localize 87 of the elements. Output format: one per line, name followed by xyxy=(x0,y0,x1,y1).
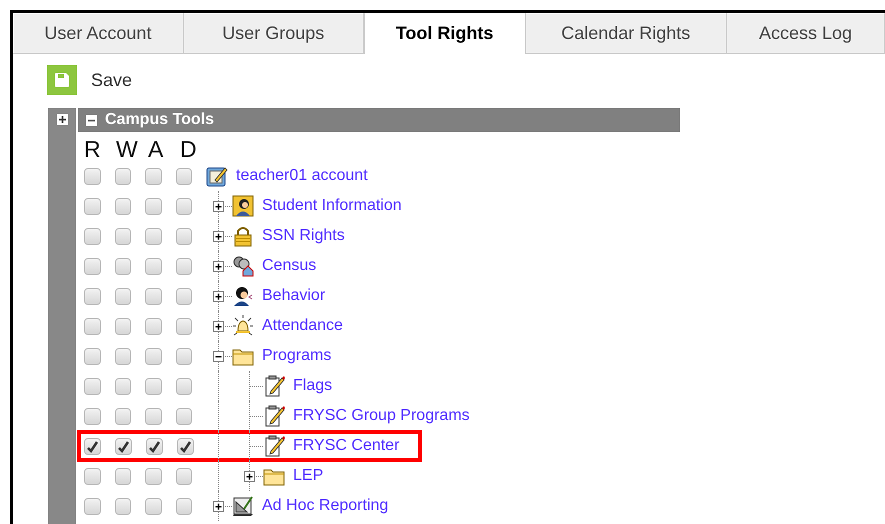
column-header: D xyxy=(180,137,198,161)
bell-icon xyxy=(232,315,254,337)
expand-icon[interactable] xyxy=(244,470,255,482)
tree-item[interactable]: Flags xyxy=(293,377,332,395)
chart-board-icon xyxy=(232,495,254,517)
tree-item[interactable]: Attendance xyxy=(262,317,343,335)
expand-icon[interactable] xyxy=(213,320,224,332)
checkbox[interactable] xyxy=(176,258,192,274)
checkbox[interactable] xyxy=(84,468,100,484)
checkbox[interactable] xyxy=(176,168,192,184)
checkbox[interactable] xyxy=(114,348,131,364)
checkbox[interactable] xyxy=(177,438,194,454)
tree-item[interactable]: LEP xyxy=(293,467,324,485)
tree-item[interactable]: FRYSC Group Programs xyxy=(293,407,470,425)
checkbox[interactable] xyxy=(145,168,162,184)
checkbox[interactable] xyxy=(145,348,162,364)
checkbox[interactable] xyxy=(114,378,131,394)
tab[interactable]: Tool Rights xyxy=(364,13,526,54)
checkbox[interactable] xyxy=(115,438,132,454)
checkbox[interactable] xyxy=(84,408,100,424)
checkbox[interactable] xyxy=(145,288,162,304)
checkbox[interactable] xyxy=(145,228,162,244)
expand-icon[interactable] xyxy=(213,290,224,302)
notepad-icon xyxy=(263,375,285,397)
checkbox[interactable] xyxy=(146,438,163,454)
checkbox[interactable] xyxy=(176,408,192,424)
checkbox[interactable] xyxy=(114,168,131,184)
checkbox[interactable] xyxy=(84,198,100,214)
collapse-icon[interactable] xyxy=(86,114,97,126)
notepad-icon xyxy=(263,405,285,427)
expand-icon[interactable] xyxy=(56,114,68,125)
people-house-icon xyxy=(232,255,254,277)
person-icon xyxy=(232,195,254,217)
tree-item[interactable]: SSN Rights xyxy=(262,227,345,245)
checkbox[interactable] xyxy=(84,348,100,364)
expand-icon[interactable] xyxy=(213,200,224,212)
checkbox[interactable] xyxy=(145,198,162,214)
checkbox[interactable] xyxy=(176,228,192,244)
checkbox[interactable] xyxy=(114,498,131,514)
expand-icon[interactable] xyxy=(213,260,224,272)
checkbox[interactable] xyxy=(114,198,131,214)
tree-item[interactable]: FRYSC Center xyxy=(293,437,400,455)
padlock-icon xyxy=(232,225,254,247)
checkbox[interactable] xyxy=(176,468,192,484)
checkbox[interactable] xyxy=(114,318,131,334)
checkbox[interactable] xyxy=(176,498,192,514)
column-header: W xyxy=(116,137,139,161)
tree-item[interactable]: teacher01 account xyxy=(236,167,368,185)
person-icon xyxy=(232,285,254,307)
checkbox[interactable] xyxy=(84,498,100,514)
panel-title: Campus Tools xyxy=(105,111,214,129)
checkbox[interactable] xyxy=(114,468,131,484)
checkbox[interactable] xyxy=(84,168,100,184)
notepad-icon xyxy=(206,165,228,187)
checkbox[interactable] xyxy=(84,258,100,274)
checkbox[interactable] xyxy=(145,408,162,424)
checkbox[interactable] xyxy=(145,258,162,274)
checkbox[interactable] xyxy=(84,438,101,454)
save-button[interactable]: Save xyxy=(47,65,132,95)
expand-icon[interactable] xyxy=(213,230,224,242)
checkbox[interactable] xyxy=(145,318,162,334)
tree-item[interactable]: Student Information xyxy=(262,197,402,215)
checkbox[interactable] xyxy=(114,228,131,244)
tree-item[interactable]: Ad Hoc Reporting xyxy=(262,497,388,515)
tree-item[interactable]: Census xyxy=(262,257,316,275)
checkbox[interactable] xyxy=(176,288,192,304)
tree-item[interactable]: Programs xyxy=(262,347,332,365)
checkbox[interactable] xyxy=(176,198,192,214)
notepad-icon xyxy=(263,435,285,457)
checkbox[interactable] xyxy=(114,258,131,274)
checkbox[interactable] xyxy=(145,378,162,394)
checkbox[interactable] xyxy=(84,288,100,304)
checkbox[interactable] xyxy=(84,378,100,394)
column-header: A xyxy=(148,137,164,161)
collapse-icon[interactable] xyxy=(213,350,224,362)
tree-item[interactable]: Behavior xyxy=(262,287,326,305)
checkbox[interactable] xyxy=(145,498,162,514)
checkbox[interactable] xyxy=(84,228,100,244)
checkbox[interactable] xyxy=(114,288,131,304)
checkbox[interactable] xyxy=(176,348,192,364)
column-header: R xyxy=(84,137,102,161)
checkbox[interactable] xyxy=(84,318,100,334)
checkbox[interactable] xyxy=(176,378,192,394)
checkbox[interactable] xyxy=(176,318,192,334)
checkbox[interactable] xyxy=(145,468,162,484)
checkbox[interactable] xyxy=(114,408,131,424)
expand-icon[interactable] xyxy=(213,500,224,512)
